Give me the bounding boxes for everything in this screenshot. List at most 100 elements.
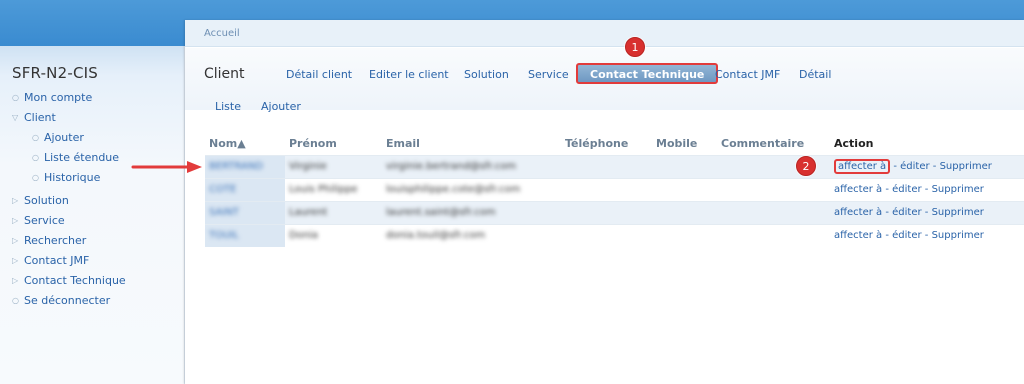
- cell-prenom: Virginie: [285, 154, 382, 178]
- column-header-nom[interactable]: Nom▲: [205, 133, 285, 155]
- cell-nom[interactable]: BERTRAND: [205, 154, 285, 178]
- cell-prenom: Donia: [285, 223, 382, 247]
- cell-mobile: [652, 200, 717, 224]
- tab-detail-client[interactable]: Détail client: [286, 68, 352, 81]
- subtab-liste[interactable]: Liste: [215, 100, 241, 113]
- tab-contact-technique[interactable]: Contact Technique: [576, 63, 719, 84]
- step-marker-2: 2: [796, 156, 816, 176]
- circle-bullet-icon: ○: [12, 296, 19, 305]
- affecter-link[interactable]: affecter à: [834, 184, 882, 195]
- cell-mobile: [652, 223, 717, 247]
- action-separator: -: [882, 207, 893, 218]
- affecter-link[interactable]: affecter à: [834, 159, 891, 174]
- sidebar-item-client[interactable]: ▽ Client: [12, 110, 56, 126]
- action-separator: -: [882, 230, 893, 242]
- sidebar-item-liste-etendue[interactable]: ○ Liste étendue: [32, 150, 119, 166]
- column-header-email: Email: [386, 137, 420, 151]
- sidebar-item-historique[interactable]: ○ Historique: [32, 170, 100, 186]
- sidebar-item-mon-compte[interactable]: ○ Mon compte: [12, 90, 92, 106]
- triangle-down-icon: ▽: [12, 113, 19, 122]
- cell-mobile: [652, 154, 717, 178]
- cell-nom[interactable]: SAINT: [205, 200, 285, 224]
- editer-link[interactable]: éditer: [900, 161, 929, 172]
- cell-prenom: Laurent: [285, 200, 382, 224]
- triangle-right-icon: ▷: [12, 256, 19, 265]
- supprimer-link[interactable]: Supprimer: [932, 230, 984, 241]
- cell-telephone: [561, 154, 652, 178]
- cell-actions: affecter à - éditer - Supprimer: [830, 200, 1024, 224]
- cell-email: donia.touil@sfr.com: [382, 223, 561, 247]
- circle-bullet-icon: ○: [32, 173, 39, 182]
- triangle-right-icon: ▷: [12, 276, 19, 285]
- sidebar-item-rechercher[interactable]: ▷ Rechercher: [12, 233, 86, 249]
- page-title: Client: [204, 66, 245, 82]
- breadcrumb-home-link[interactable]: Accueil: [204, 28, 240, 39]
- cell-nom[interactable]: COTE: [205, 177, 285, 201]
- triangle-right-icon: ▷: [12, 216, 19, 225]
- sidebar-item-label: Se déconnecter: [24, 294, 111, 307]
- cell-mobile: [652, 177, 717, 201]
- table-row: COTE Louis Philippe louisphilippe.cote@s…: [205, 177, 1024, 201]
- column-header-action: Action: [834, 137, 874, 151]
- sidebar-item-label: Ajouter: [44, 131, 84, 144]
- sidebar-item-label: Liste étendue: [44, 151, 120, 164]
- triangle-right-icon: ▷: [12, 236, 19, 245]
- action-separator: -: [890, 161, 901, 172]
- step-marker-1: 1: [625, 37, 645, 57]
- sidebar: SFR-N2-CIS ○ Mon compte ▽ Client ○ Ajouter …: [0, 46, 185, 384]
- app-title: SFR-N2-CIS: [12, 64, 98, 82]
- tab-detail[interactable]: Détail: [799, 68, 831, 81]
- table-header-row: Nom▲ Prénom Email Téléphone Mobile Comme…: [205, 133, 1024, 155]
- sidebar-item-contact-jmf[interactable]: ▷ Contact JMF: [12, 253, 89, 269]
- cell-prenom: Louis Philippe: [285, 177, 382, 201]
- table-row: SAINT Laurent laurent.saint@sfr.com affe…: [205, 200, 1024, 224]
- sidebar-item-se-deconnecter[interactable]: ○ Se déconnecter: [12, 293, 110, 309]
- editer-link[interactable]: éditer: [892, 230, 921, 241]
- sidebar-item-label: Client: [24, 111, 56, 124]
- cell-email: laurent.saint@sfr.com: [382, 200, 561, 224]
- cell-actions: affecter à - éditer - Supprimer: [830, 154, 1024, 178]
- supprimer-link[interactable]: Supprimer: [940, 161, 992, 172]
- affecter-link[interactable]: affecter à: [834, 230, 882, 241]
- tabs-bar: Client Détail client Editer le client So…: [185, 48, 1024, 110]
- cell-commentaire: [717, 200, 830, 224]
- action-separator: -: [921, 207, 932, 218]
- supprimer-link[interactable]: Supprimer: [932, 207, 984, 218]
- sidebar-item-label: Service: [24, 214, 65, 227]
- circle-bullet-icon: ○: [32, 153, 39, 162]
- triangle-right-icon: ▷: [12, 196, 19, 205]
- tab-service[interactable]: Service: [528, 68, 569, 81]
- contacts-table: Nom▲ Prénom Email Téléphone Mobile Comme…: [205, 133, 1024, 247]
- cell-commentaire: [717, 177, 830, 201]
- cell-nom[interactable]: TOUIL: [205, 223, 285, 247]
- tab-editer-client[interactable]: Editer le client: [369, 68, 449, 81]
- sidebar-item-label: Contact Technique: [24, 274, 126, 287]
- tab-contact-jmf[interactable]: Contact JMF: [715, 68, 780, 81]
- tab-solution[interactable]: Solution: [464, 68, 509, 81]
- cell-telephone: [561, 223, 652, 247]
- cell-email: louisphilippe.cote@sfr.com: [382, 177, 561, 201]
- subtab-ajouter[interactable]: Ajouter: [261, 100, 301, 113]
- action-separator: -: [921, 184, 932, 195]
- sidebar-item-label: Rechercher: [24, 234, 87, 247]
- action-separator: -: [929, 161, 940, 172]
- table-row: BERTRAND Virginie virginie.bertrand@sfr.…: [205, 154, 1024, 178]
- action-separator: -: [921, 230, 932, 242]
- sidebar-item-solution[interactable]: ▷ Solution: [12, 193, 69, 209]
- sidebar-item-contact-technique[interactable]: ▷ Contact Technique: [12, 273, 126, 289]
- column-header-telephone: Téléphone: [565, 137, 629, 151]
- editer-link[interactable]: éditer: [892, 184, 921, 195]
- red-arrow-icon: [131, 161, 202, 173]
- main-panel: Accueil Client Détail client Editer le c…: [185, 20, 1024, 384]
- circle-bullet-icon: ○: [32, 133, 39, 142]
- cell-actions: affecter à - éditer - Supprimer: [830, 177, 1024, 201]
- supprimer-link[interactable]: Supprimer: [932, 184, 984, 195]
- cell-telephone: [561, 200, 652, 224]
- sidebar-item-label: Contact JMF: [24, 254, 90, 267]
- table-row: TOUIL Donia donia.touil@sfr.com affecter…: [205, 223, 1024, 247]
- affecter-link[interactable]: affecter à: [834, 207, 882, 218]
- editer-link[interactable]: éditer: [892, 207, 921, 218]
- sidebar-item-service[interactable]: ▷ Service: [12, 213, 65, 229]
- sidebar-item-label: Historique: [44, 171, 101, 184]
- sidebar-item-ajouter[interactable]: ○ Ajouter: [32, 130, 84, 146]
